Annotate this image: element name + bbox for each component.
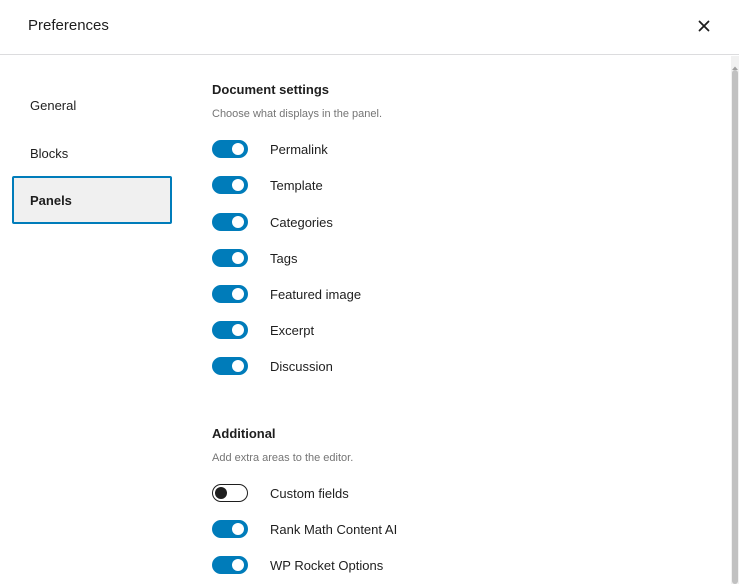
scroll-up-arrow-icon[interactable] xyxy=(731,59,739,70)
option-categories: Categories xyxy=(212,212,612,232)
option-excerpt: Excerpt xyxy=(212,320,612,340)
tab-blocks[interactable]: Blocks xyxy=(12,129,172,177)
option-custom-fields: Custom fields xyxy=(212,483,612,503)
option-rank-math-content-ai: Rank Math Content AI xyxy=(212,519,612,539)
panels-content: Document settings Choose what displays i… xyxy=(212,56,722,584)
tab-panels[interactable]: Panels xyxy=(12,176,172,224)
document-settings-title: Document settings xyxy=(212,82,330,97)
featured-image-toggle[interactable] xyxy=(212,285,248,303)
option-template: Template xyxy=(212,175,612,195)
wp-rocket-options-toggle[interactable] xyxy=(212,556,248,574)
toggle-thumb xyxy=(232,324,244,336)
document-settings-description: Choose what displays in the panel. xyxy=(212,108,382,120)
additional-description: Add extra areas to the editor. xyxy=(212,452,354,464)
option-label: Tags xyxy=(270,250,298,266)
toggle-thumb xyxy=(232,252,244,264)
preferences-sidebar: General Blocks Panels xyxy=(0,56,190,584)
permalink-toggle[interactable] xyxy=(212,140,248,158)
additional-title: Additional xyxy=(212,426,276,441)
toggle-thumb xyxy=(215,487,227,499)
option-permalink: Permalink xyxy=(212,139,612,159)
toggle-thumb xyxy=(232,179,244,191)
custom-fields-toggle[interactable] xyxy=(212,484,248,502)
toggle-thumb xyxy=(232,559,244,571)
template-toggle[interactable] xyxy=(212,176,248,194)
close-button[interactable] xyxy=(690,12,718,40)
tab-general[interactable]: General xyxy=(12,81,172,129)
option-label: Permalink xyxy=(270,141,328,157)
modal-header: Preferences xyxy=(0,0,739,55)
tags-toggle[interactable] xyxy=(212,249,248,267)
preferences-modal: Preferences General Blocks Panels Docume… xyxy=(0,0,739,584)
option-featured-image: Featured image xyxy=(212,284,612,304)
option-label: Custom fields xyxy=(270,485,349,501)
toggle-thumb xyxy=(232,216,244,228)
option-label: Excerpt xyxy=(270,322,315,338)
option-label: Discussion xyxy=(270,358,333,374)
option-wp-rocket-options: WP Rocket Options xyxy=(212,555,612,575)
option-label: Rank Math Content AI xyxy=(270,521,398,537)
scrollbar-thumb[interactable] xyxy=(732,70,738,584)
toggle-thumb xyxy=(232,360,244,372)
rank-math-content-ai-toggle[interactable] xyxy=(212,520,248,538)
toggle-thumb xyxy=(232,523,244,535)
option-label: Featured image xyxy=(270,286,362,302)
discussion-toggle[interactable] xyxy=(212,357,248,375)
option-label: Categories xyxy=(270,214,333,230)
option-tags: Tags xyxy=(212,248,612,268)
toggle-thumb xyxy=(232,143,244,155)
toggle-thumb xyxy=(232,288,244,300)
content-scrollbar[interactable] xyxy=(731,56,739,584)
option-label: WP Rocket Options xyxy=(270,557,384,573)
categories-toggle[interactable] xyxy=(212,213,248,231)
option-discussion: Discussion xyxy=(212,356,612,376)
excerpt-toggle[interactable] xyxy=(212,321,248,339)
close-icon xyxy=(690,12,718,40)
option-label: Template xyxy=(270,177,323,193)
modal-title: Preferences xyxy=(28,17,109,34)
